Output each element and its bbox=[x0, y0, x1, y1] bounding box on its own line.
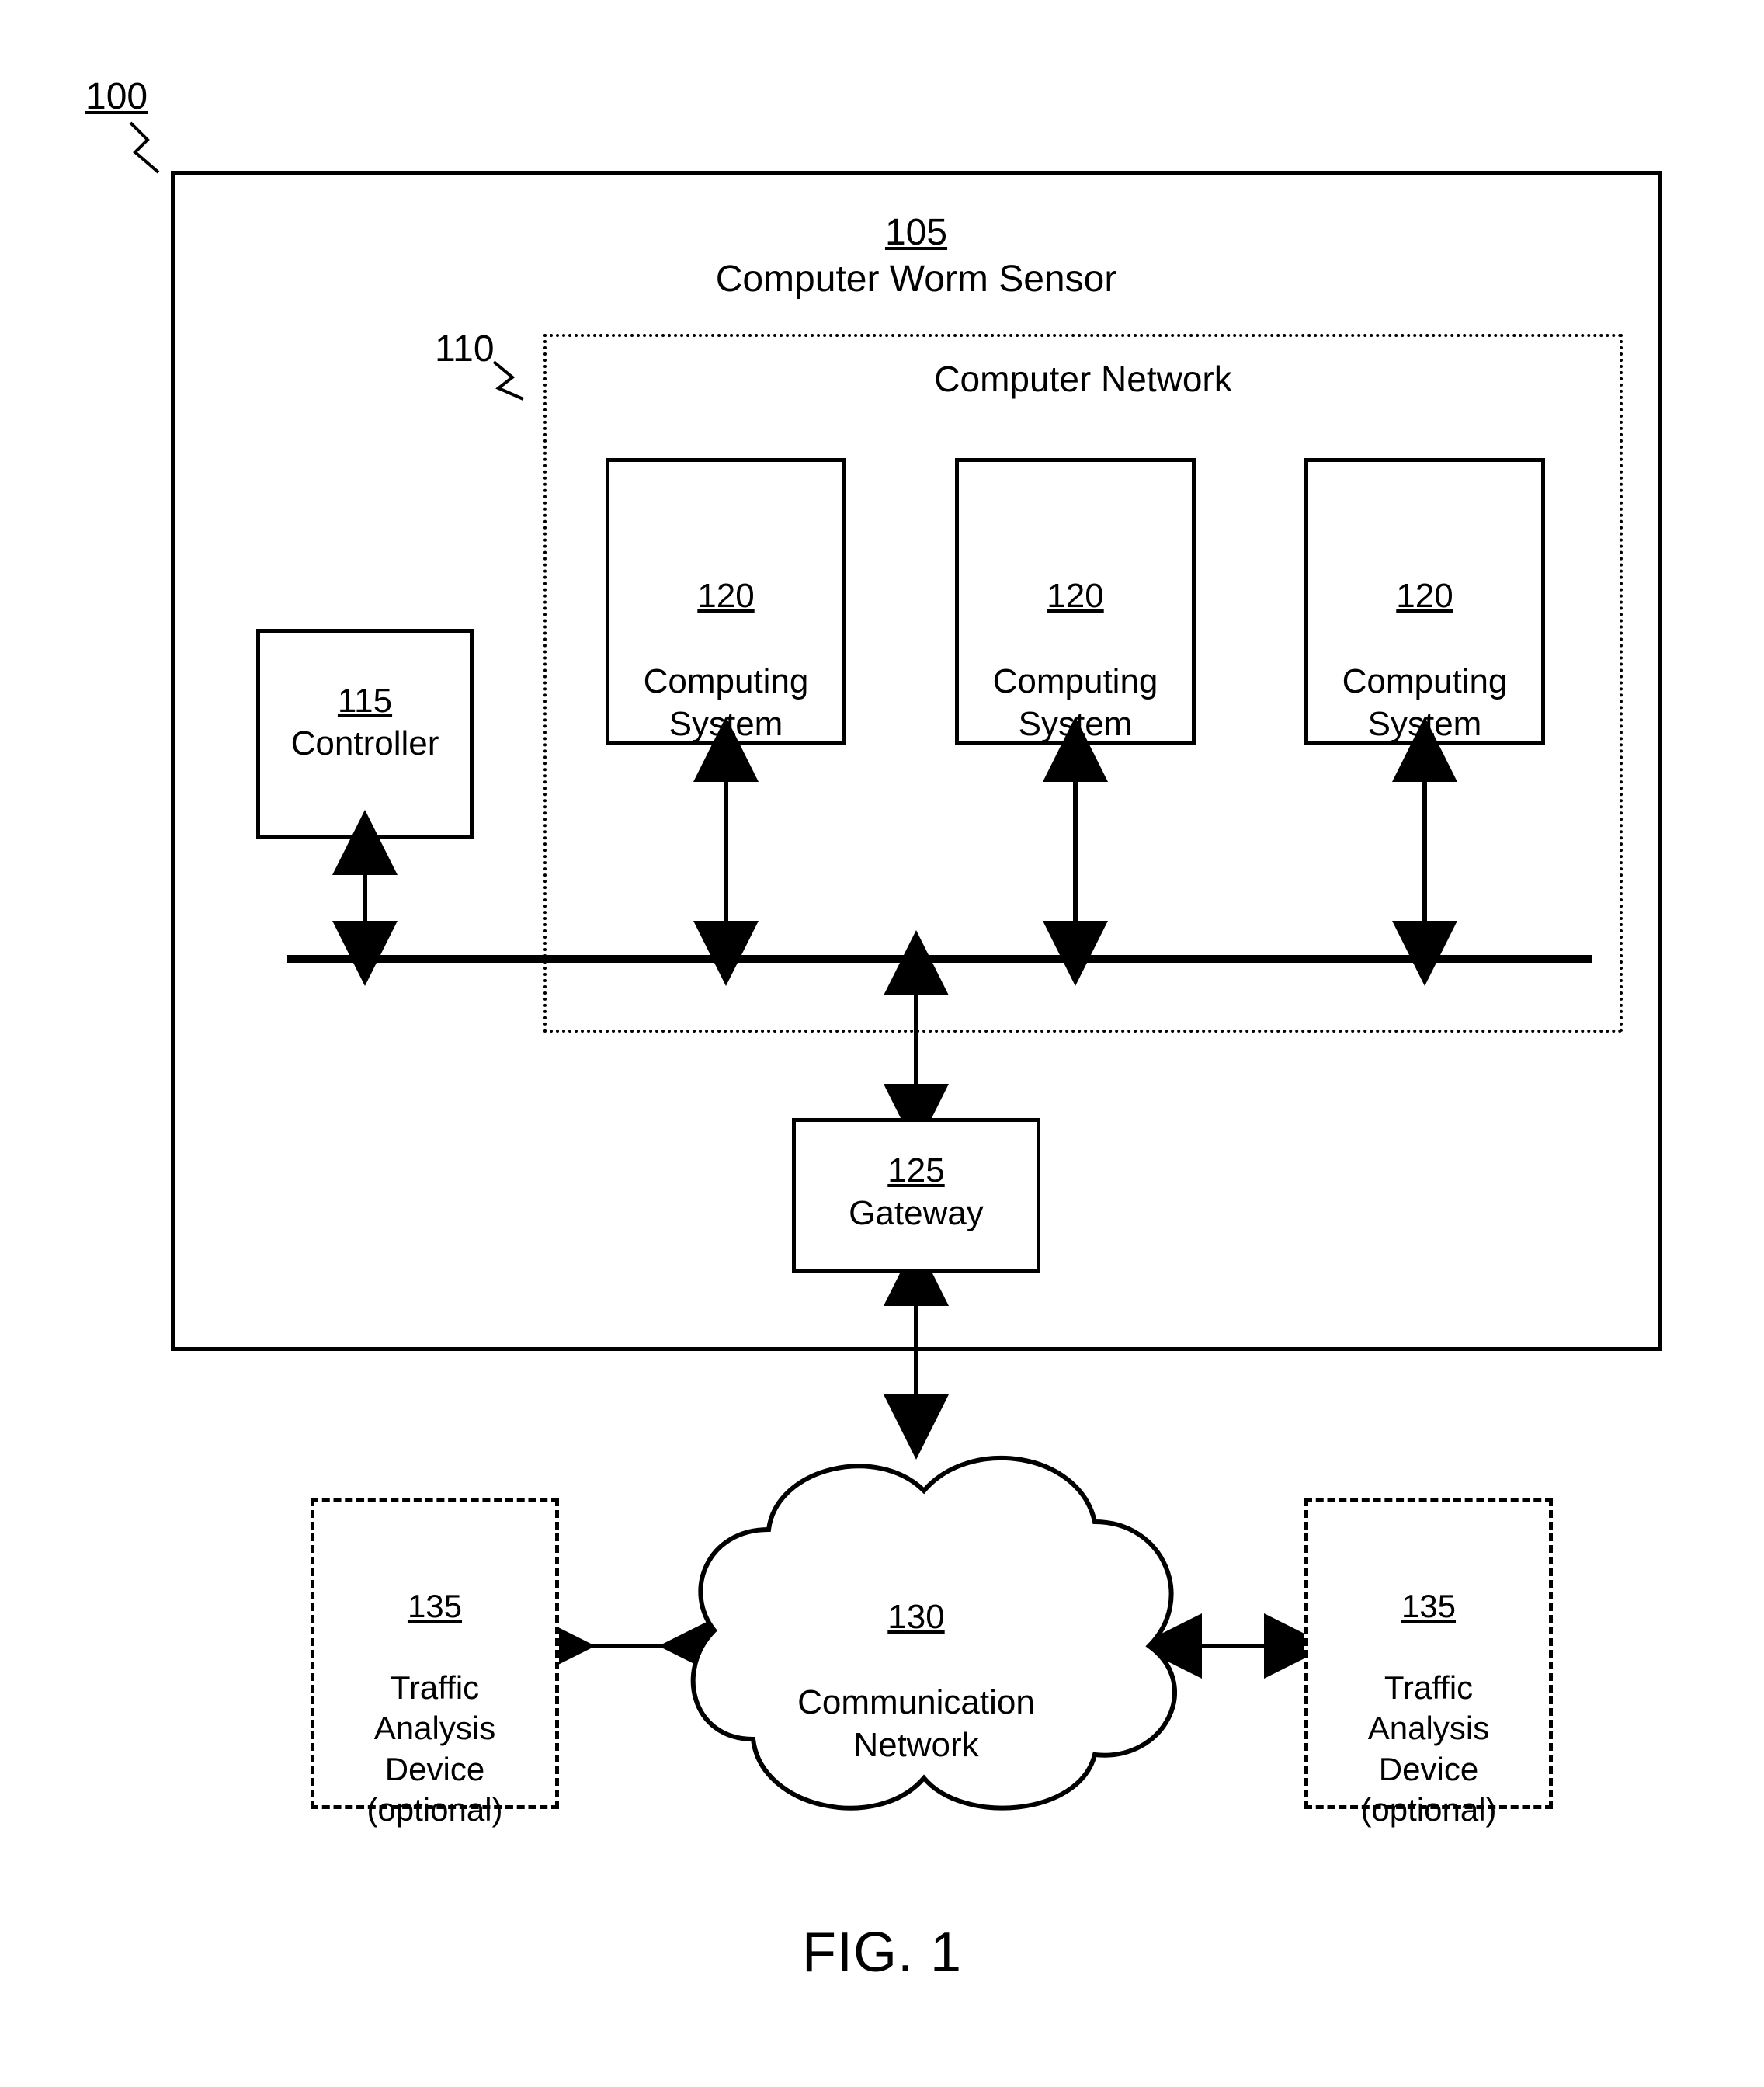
traffic-device-title: 135 Traffic Analysis Device (optional) bbox=[311, 1545, 559, 1831]
traffic-device-label: Traffic Analysis Device (optional) bbox=[366, 1669, 502, 1828]
comm-network-title: 130 Communication Network bbox=[699, 1553, 1134, 1766]
diagram-canvas: 100 105 Computer Worm Sensor Computer Ne… bbox=[0, 0, 1764, 2087]
traffic-device-label: Traffic Analysis Device (optional) bbox=[1360, 1669, 1496, 1828]
gateway-ref: 125 bbox=[887, 1151, 944, 1189]
gateway-label: Gateway bbox=[849, 1194, 984, 1232]
gateway-title: 125 Gateway bbox=[792, 1149, 1040, 1234]
comm-network-label: Communication Network bbox=[797, 1683, 1035, 1764]
figure-caption: FIG. 1 bbox=[0, 1918, 1764, 1988]
traffic-device-title: 135 Traffic Analysis Device (optional) bbox=[1304, 1545, 1553, 1831]
traffic-device-ref: 135 bbox=[408, 1588, 462, 1624]
traffic-device-ref: 135 bbox=[1401, 1588, 1456, 1624]
comm-network-ref: 130 bbox=[887, 1598, 944, 1636]
figure-caption-text: FIG. 1 bbox=[802, 1922, 962, 1984]
